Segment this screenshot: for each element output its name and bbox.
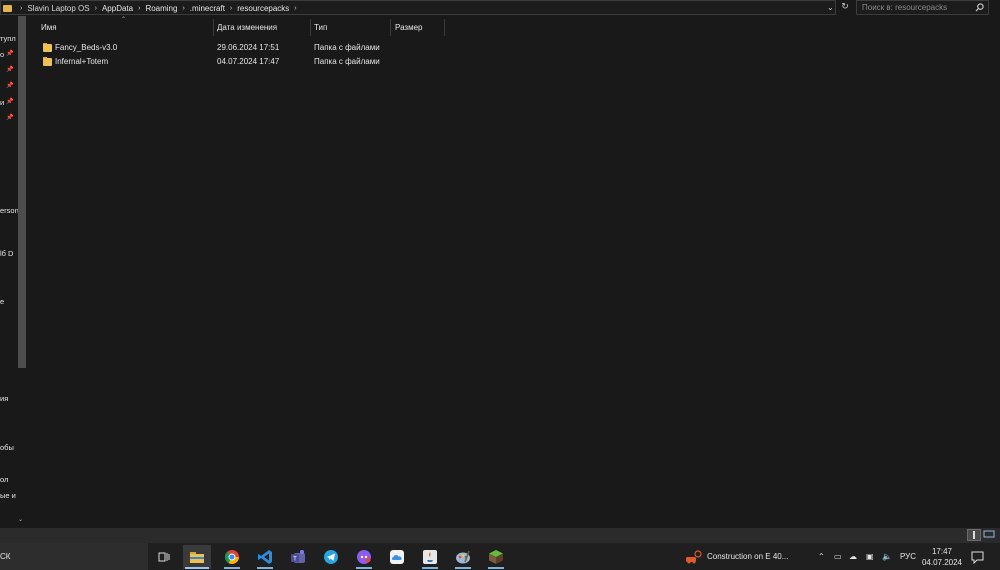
clock[interactable]: 17:47 04.07.2024 (914, 546, 970, 568)
address-bar[interactable]: › Slavin Laptop OS › AppData › Roaming ›… (0, 0, 836, 15)
column-header-date[interactable]: Дата изменения (217, 23, 277, 32)
nav-item[interactable]: тупл (0, 34, 16, 43)
file-type: Папка с файлами (314, 43, 380, 52)
folder-icon (43, 43, 52, 52)
traffic-icon[interactable] (684, 543, 702, 570)
nav-item[interactable]: обы (0, 443, 14, 452)
nav-item[interactable]: ые и (0, 491, 16, 500)
file-date: 29.06.2024 17:51 (217, 43, 280, 52)
column-header-name[interactable]: Имя (41, 23, 57, 32)
nav-item[interactable]: lб D (0, 249, 13, 258)
column-divider[interactable] (444, 19, 445, 36)
column-headers: ⌃ Имя Дата изменения Тип Размер (28, 16, 1000, 38)
file-name: Infernal+Totem (55, 57, 109, 66)
file-date: 04.07.2024 17:47 (217, 57, 280, 66)
breadcrumb: › Slavin Laptop OS › AppData › Roaming ›… (3, 3, 299, 14)
volume-icon[interactable]: 🔈 (882, 552, 892, 561)
nav-scrollbar-thumb[interactable] (18, 16, 26, 368)
pin-icon: 📌 (6, 83, 14, 89)
file-type: Папка с файлами (314, 57, 380, 66)
column-divider[interactable] (390, 19, 391, 36)
search-placeholder: Поиск в: resourcepacks (862, 3, 948, 12)
table-row[interactable]: Fancy_Beds-v3.0 29.06.2024 17:51 Папка с… (40, 41, 390, 54)
svg-text:T: T (293, 557, 297, 563)
device-icon[interactable]: ▭ (834, 552, 842, 561)
navigation-pane: тупл о 📌 📌 📌 и 📌 📌 erson lб D e ия обы о… (0, 16, 28, 528)
pin-icon: 📌 (6, 67, 14, 73)
clock-date: 04.07.2024 (921, 558, 963, 567)
search-icon[interactable] (975, 3, 984, 14)
column-divider[interactable] (310, 19, 311, 36)
task-view-icon[interactable] (150, 545, 178, 569)
chrome-icon[interactable] (218, 545, 246, 569)
details-view-button[interactable] (967, 529, 981, 541)
icloud-icon[interactable] (383, 545, 411, 569)
status-bar (0, 528, 1000, 542)
table-row[interactable]: Infernal+Totem 04.07.2024 17:47 Папка с … (40, 55, 390, 68)
refresh-icon[interactable]: ↻ (838, 1, 852, 14)
paint-icon[interactable] (449, 545, 477, 569)
taskbar-search[interactable]: СК (0, 543, 148, 570)
taskbar-search-text: СК (0, 552, 11, 561)
clock-time: 17:47 (931, 547, 953, 556)
address-row: › Slavin Laptop OS › AppData › Roaming ›… (0, 0, 1000, 16)
breadcrumb-minecraft[interactable]: .minecraft (187, 4, 228, 13)
column-divider[interactable] (213, 19, 214, 36)
taskbar: СК T Construction on E 40... ⌃ ▭ ☁ ▣ 🔈 Р… (0, 542, 1000, 570)
vscode-icon[interactable] (251, 545, 279, 569)
pin-icon: 📌 (6, 115, 14, 121)
minecraft-icon[interactable] (482, 545, 510, 569)
notification-center-icon[interactable] (971, 543, 984, 570)
breadcrumb-resourcepacks[interactable]: resourcepacks (234, 4, 292, 13)
folder-icon (43, 57, 52, 66)
file-explorer-icon[interactable] (183, 545, 211, 569)
news-notification-text[interactable]: Construction on E 40... (707, 552, 788, 561)
search-input[interactable]: Поиск в: resourcepacks (856, 0, 989, 15)
chevron-up-icon[interactable]: ⌃ (818, 552, 825, 561)
nav-item[interactable]: о (0, 50, 4, 59)
breadcrumb-appdata[interactable]: AppData (99, 4, 136, 13)
pin-icon: 📌 (6, 99, 14, 105)
nav-item[interactable]: и (0, 98, 4, 107)
breadcrumb-overlap-label[interactable]: Slavin Laptop OS (24, 4, 92, 13)
java-icon[interactable] (416, 545, 444, 569)
nav-item[interactable]: ол (0, 475, 8, 484)
discord-icon[interactable] (350, 545, 378, 569)
chevron-down-icon[interactable]: ⌄ (827, 3, 834, 12)
teams-icon[interactable]: T (284, 545, 312, 569)
breadcrumb-roaming[interactable]: Roaming (142, 4, 180, 13)
pin-icon: 📌 (6, 51, 14, 57)
file-name: Fancy_Beds-v3.0 (55, 43, 118, 52)
nav-item[interactable]: e (0, 297, 4, 306)
telegram-icon[interactable] (317, 545, 345, 569)
folder-icon (3, 5, 12, 12)
file-list: ⌃ Имя Дата изменения Тип Размер Fancy_Be… (28, 16, 1000, 528)
cloud-sync-icon[interactable]: ☁ (849, 552, 857, 561)
column-header-size[interactable]: Размер (395, 23, 423, 32)
large-icons-view-button[interactable] (983, 529, 997, 541)
sort-ascending-icon: ⌃ (121, 17, 127, 23)
nav-item[interactable]: erson (0, 206, 19, 215)
scroll-down-icon[interactable]: ⌄ (18, 516, 23, 523)
network-icon[interactable]: ▣ (866, 552, 874, 561)
chevron-right-icon[interactable]: › (292, 5, 298, 12)
nav-item[interactable]: ия (0, 394, 8, 403)
column-header-type[interactable]: Тип (314, 23, 327, 32)
